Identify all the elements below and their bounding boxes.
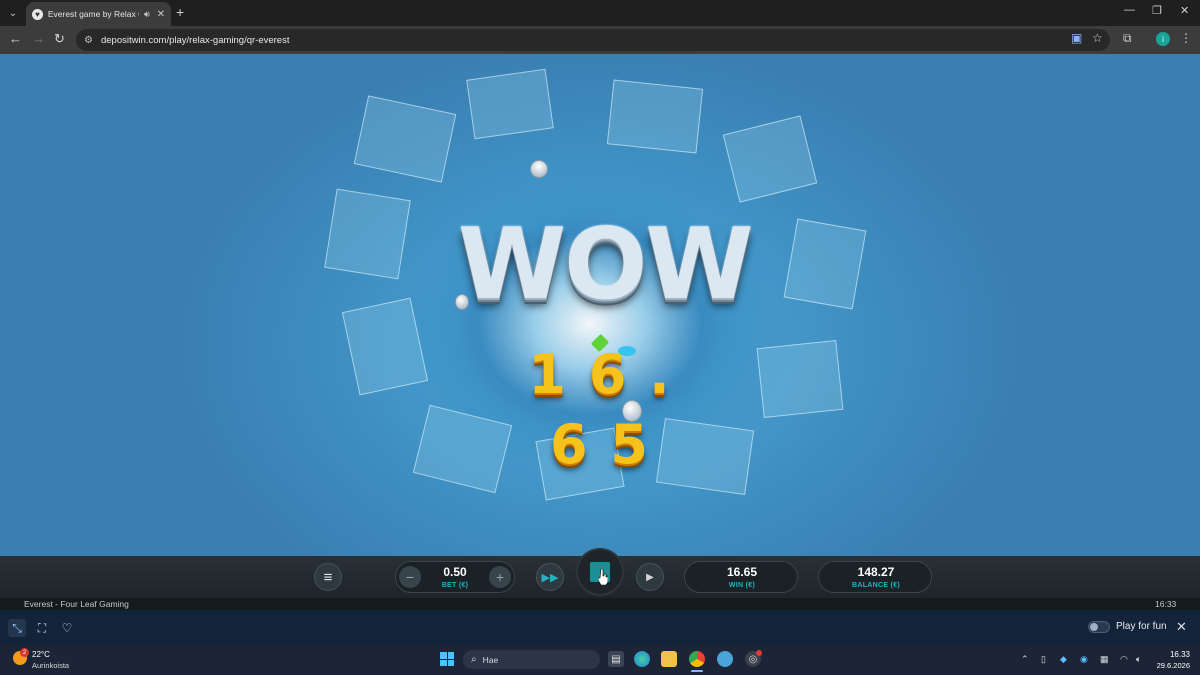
ice-chunk: [606, 79, 704, 154]
game-canvas[interactable]: WOW: [0, 54, 1200, 556]
windows-taskbar: [0, 645, 1200, 675]
bet-control: − 0.50 BET (€) +: [395, 561, 515, 593]
tray-keyboard-icon[interactable]: ▦: [1100, 654, 1109, 665]
toggle-knob: [1090, 623, 1098, 631]
turbo-fast-forward-icon[interactable]: ▶▶: [536, 563, 564, 591]
tray-sync-icon[interactable]: ◉: [1080, 654, 1088, 665]
file-explorer-icon[interactable]: [661, 651, 677, 667]
cast-icon[interactable]: ▣: [1071, 31, 1082, 45]
weather-condition[interactable]: Aurinkoista: [32, 661, 69, 670]
ice-chunk: [353, 95, 457, 183]
recording-badge: [756, 650, 762, 656]
bet-label: BET (€): [441, 582, 469, 589]
volume-icon[interactable]: 🔈︎: [1136, 654, 1141, 665]
ice-chunk: [722, 115, 818, 203]
ice-chunk: [324, 188, 411, 280]
site-info-icon[interactable]: ⚙: [84, 35, 93, 46]
profile-avatar[interactable]: i: [1156, 32, 1170, 46]
new-tab-button[interactable]: +: [176, 5, 184, 19]
wifi-icon[interactable]: ◠: [1120, 654, 1128, 665]
app-globe-icon[interactable]: [717, 651, 733, 667]
screenshot-frame-icon[interactable]: ⛶: [33, 619, 51, 637]
site-action-bar: ⤡ ⛶ ♡: [0, 610, 1200, 645]
browser-tab[interactable]: ♥ Everest game by Relax Gam 🔊︎ ✕: [26, 2, 171, 26]
search-icon: ⌕: [471, 654, 477, 665]
reload-icon[interactable]: ↻: [54, 32, 65, 46]
autoplay-play-icon[interactable]: ▶: [636, 563, 664, 591]
active-app-indicator: [691, 670, 703, 672]
win-value: 16.65: [726, 565, 758, 579]
taskbar-time[interactable]: 16.33: [1156, 650, 1190, 659]
bet-increase-button[interactable]: +: [489, 566, 511, 588]
game-menu-button[interactable]: ≡: [314, 563, 342, 591]
search-placeholder: Hae: [482, 654, 499, 665]
site-favicon-icon: ♥: [32, 8, 43, 20]
tray-phone-icon[interactable]: ▯: [1041, 654, 1046, 665]
task-view-icon[interactable]: ▤: [608, 651, 624, 667]
mouse-hand-cursor-icon: [598, 569, 608, 585]
bet-decrease-button[interactable]: −: [399, 566, 421, 588]
weather-notification-badge: 2: [20, 648, 29, 657]
game-footer: Everest - Four Leaf Gaming 16:33: [0, 598, 1200, 610]
windows-start-icon[interactable]: [440, 652, 454, 666]
restore-button[interactable]: ❐: [1152, 4, 1162, 17]
tray-overflow-chevron-icon[interactable]: ⌃: [1021, 654, 1029, 665]
taskbar-date[interactable]: 29.6.2026: [1156, 661, 1190, 670]
browser-menu-icon[interactable]: ⋮: [1180, 31, 1192, 45]
bookmark-star-icon[interactable]: ☆: [1092, 31, 1103, 45]
win-label: WIN (€): [728, 582, 756, 589]
edge-browser-icon[interactable]: [634, 651, 650, 667]
forward-arrow-icon[interactable]: →: [32, 32, 45, 46]
ice-chunk: [783, 218, 867, 310]
browser-toolbar: ← → ↻ ⚙ depositwin.com/play/relax-gaming…: [0, 26, 1200, 54]
audio-playing-icon[interactable]: 🔊︎: [144, 9, 150, 20]
extensions-icon[interactable]: ⧉: [1123, 31, 1132, 46]
ice-chunk: [341, 297, 429, 396]
game-clock: 16:33: [1155, 599, 1177, 609]
ice-chunk: [466, 68, 554, 140]
back-arrow-icon[interactable]: ←: [9, 32, 22, 46]
bet-value: 0.50: [443, 565, 467, 579]
coin: [526, 156, 552, 182]
close-game-icon[interactable]: ✕: [1176, 619, 1187, 635]
exit-fullscreen-icon[interactable]: ⤡: [8, 619, 26, 637]
ice-chunk: [655, 418, 755, 495]
game-provider-name: Everest - Four Leaf Gaming: [24, 599, 129, 609]
win-display: 16.65 WIN (€): [684, 561, 798, 593]
big-win-amount: 1 6 . 6 5: [528, 343, 672, 476]
balance-value: 148.27: [857, 565, 895, 579]
tab-title: Everest game by Relax Gam: [47, 9, 139, 19]
play-for-fun-toggle[interactable]: [1088, 621, 1110, 633]
ice-chunk: [756, 340, 844, 418]
browser-tabstrip: ⌄ ♥ Everest game by Relax Gam 🔊︎ ✕ + — ❐…: [0, 0, 1200, 26]
window-close-button[interactable]: ✕: [1180, 4, 1189, 17]
favorite-heart-icon[interactable]: ♡: [58, 619, 76, 637]
weather-temperature[interactable]: 22°C: [32, 650, 50, 659]
tray-app-icon[interactable]: ◆: [1060, 654, 1067, 665]
balance-label: BALANCE (€): [851, 582, 901, 589]
play-for-fun-label[interactable]: Play for fun: [1116, 621, 1167, 632]
taskbar-search[interactable]: ⌕ Hae: [463, 650, 600, 669]
chrome-browser-icon[interactable]: [689, 651, 705, 667]
tab-close-icon[interactable]: ✕: [157, 9, 165, 20]
address-url[interactable]: depositwin.com/play/relax-gaming/qr-ever…: [101, 35, 290, 46]
balance-display: 148.27 BALANCE (€): [818, 561, 932, 593]
address-bar[interactable]: ⚙ depositwin.com/play/relax-gaming/qr-ev…: [76, 29, 1110, 51]
ice-chunk: [412, 404, 513, 494]
tab-search-chevron-icon[interactable]: ⌄: [4, 4, 22, 22]
minimize-button[interactable]: —: [1124, 4, 1135, 16]
win-headline: WOW: [458, 208, 754, 322]
